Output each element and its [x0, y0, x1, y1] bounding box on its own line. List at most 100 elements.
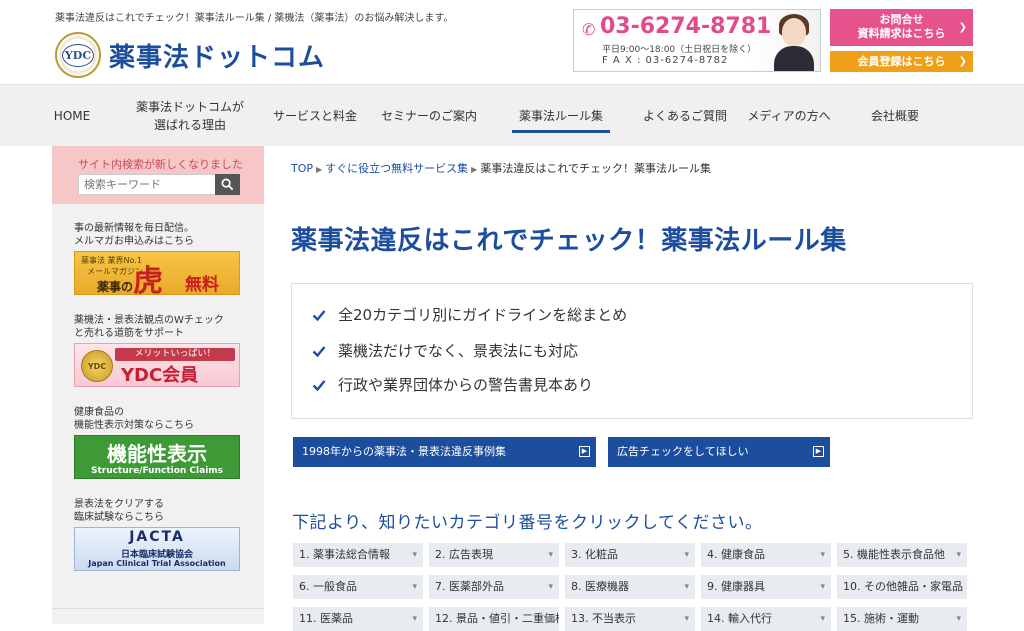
nav-seminar[interactable]: セミナーのご案内 — [370, 85, 488, 147]
nav-label: 薬事法ドットコムが — [135, 100, 244, 114]
feature-text: 全20カテゴリ別にガイドラインを総まとめ — [338, 306, 628, 324]
contact-button-label2: 資料請求はこちら — [857, 27, 946, 40]
chevron-down-icon: ▾ — [956, 550, 961, 560]
jacta-banner[interactable]: JACTA 日本臨床試験協会 Japan Clinical Trial Asso… — [74, 527, 240, 571]
chevron-down-icon: ▾ — [548, 550, 553, 560]
logo-emblem-text: YDC — [61, 43, 95, 67]
mailmag-banner[interactable]: 薬事法 業界No.1 メールマガジン 薬事の 虎 無料 — [74, 251, 240, 295]
category-label: 11. 医薬品 — [299, 612, 353, 625]
phone-hours: 平日9:00～18:00（土日祝日を除く） — [602, 45, 757, 55]
chevron-right-icon: ❯ — [958, 22, 967, 33]
phone-icon: ✆ — [582, 20, 596, 39]
button-label: 1998年からの薬事法・景表法違反事例集 — [302, 445, 506, 458]
chevron-down-icon: ▾ — [820, 550, 825, 560]
button-label: 広告チェックをしてほしい — [617, 445, 749, 458]
category-14[interactable]: 14. 輸入代行 ▾ — [701, 607, 831, 631]
chevron-down-icon: ▾ — [956, 614, 961, 624]
site-logo[interactable]: YDC 薬事法ドットコム — [55, 32, 325, 78]
category-2[interactable]: 2. 広告表現 ▾ — [429, 543, 559, 567]
sidebar: サイト内検索が新しくなりました 事の最新情報を毎日配信。 メルマガお申込みはこち… — [52, 146, 264, 624]
category-label: 1. 薬事法総合情報 — [299, 548, 390, 561]
category-12[interactable]: 12. 景品・値引・二重価格 ▾ — [429, 607, 559, 631]
chevron-down-icon: ▾ — [684, 550, 689, 560]
banner-text: Structure/Function Claims — [90, 466, 224, 476]
feature-text: 薬機法だけでなく、景表法にも対応 — [338, 342, 579, 360]
category-3[interactable]: 3. 化粧品 ▾ — [565, 543, 695, 567]
breadcrumb-separator-icon: ▶ — [316, 165, 323, 174]
member-block: 薬機法・景表法観点のWチェック と売れる道筋をサポート YDC メリットいっぱい… — [74, 314, 244, 387]
nav-services[interactable]: サービスと料金 — [262, 85, 368, 147]
phone-number[interactable]: 03-6274-8781 — [600, 14, 771, 39]
function-claims-block: 健康食品の 機能性表示対策ならこちら 機能性表示 Structure/Funct… — [74, 406, 244, 479]
breadcrumb-current: 薬事法違反はこれでチェック！薬事法ルール集 — [480, 162, 711, 175]
member-register-button[interactable]: 会員登録はこちら ❯ — [830, 51, 973, 72]
chevron-right-icon: ❯ — [958, 56, 967, 67]
banner-text: Japan Clinical Trial Association — [88, 559, 226, 568]
nav-rules[interactable]: 薬事法ルール集 — [500, 85, 622, 147]
function-claims-banner[interactable]: 機能性表示 Structure/Function Claims — [74, 435, 240, 479]
category-label: 14. 輸入代行 — [707, 612, 772, 625]
page-title: 薬事法違反はこれでチェック！薬事法ルール集 — [291, 226, 847, 256]
category-9[interactable]: 9. 健康器具 ▾ — [701, 575, 831, 599]
category-label: 6. 一般食品 — [299, 580, 357, 593]
category-4[interactable]: 4. 健康食品 ▾ — [701, 543, 831, 567]
nav-label: よくあるご質問 — [642, 109, 727, 123]
phone-contact-box: ✆ 03-6274-8781 平日9:00～18:00（土日祝日を除く） F A… — [573, 9, 821, 72]
feature-item: 行政や業界団体からの警告書見本あり — [312, 374, 593, 395]
chevron-down-icon: ▾ — [548, 614, 553, 624]
side-text: 薬機法・景表法観点のWチェック — [74, 315, 224, 326]
chevron-down-icon: ▾ — [684, 582, 689, 592]
category-15[interactable]: 15. 施術・運動 ▾ — [837, 607, 967, 631]
side-text: 事の最新情報を毎日配信。 — [74, 223, 194, 234]
search-input[interactable] — [78, 174, 217, 195]
side-text: 機能性表示対策ならこちら — [74, 420, 194, 431]
violation-cases-button[interactable]: 1998年からの薬事法・景表法違反事例集 ▶ — [293, 437, 596, 467]
chevron-down-icon: ▾ — [820, 582, 825, 592]
side-text: と売れる道筋をサポート — [74, 328, 184, 339]
category-5[interactable]: 5. 機能性表示食品他 ▾ — [837, 543, 967, 567]
category-13[interactable]: 13. 不当表示 ▾ — [565, 607, 695, 631]
breadcrumb-top[interactable]: TOP — [291, 162, 313, 175]
nav-why-us[interactable]: 薬事法ドットコムが 選ばれる理由 — [122, 85, 258, 147]
search-button[interactable] — [215, 174, 240, 195]
site-tagline: 薬事法違反はこれでチェック！薬事法ルール集 / 薬機法（薬事法）のお悩み解決しま… — [55, 13, 454, 24]
ad-check-button[interactable]: 広告チェックをしてほしい ▶ — [608, 437, 830, 467]
category-6[interactable]: 6. 一般食品 ▾ — [293, 575, 423, 599]
category-label: 10. その他雑品・家電品 — [843, 580, 963, 593]
jacta-block: 景表法をクリアする 臨床試験ならこちら JACTA 日本臨床試験協会 Japan… — [74, 498, 244, 571]
category-8[interactable]: 8. 医療機器 ▾ — [565, 575, 695, 599]
feature-list: 全20カテゴリ別にガイドラインを総まとめ 薬機法だけでなく、景表法にも対応 行政… — [291, 283, 973, 419]
operator-image — [772, 12, 816, 71]
category-10[interactable]: 10. その他雑品・家電品 ▾ — [837, 575, 967, 599]
side-text: 景表法をクリアする — [74, 499, 164, 510]
category-label: 2. 広告表現 — [435, 548, 493, 561]
medal-icon: YDC — [81, 350, 113, 382]
nav-company[interactable]: 会社概要 — [850, 85, 940, 147]
feature-text: 行政や業界団体からの警告書見本あり — [338, 376, 594, 394]
arrow-right-icon: ▶ — [813, 446, 824, 457]
banner-text: 機能性表示 — [107, 442, 207, 466]
site-header: 薬事法違反はこれでチェック！薬事法ルール集 / 薬機法（薬事法）のお悩み解決しま… — [0, 0, 1024, 84]
category-7[interactable]: 7. 医薬部外品 ▾ — [429, 575, 559, 599]
banner-text: 無料 — [185, 275, 219, 295]
category-label: 4. 健康食品 — [707, 548, 765, 561]
ydc-member-banner[interactable]: YDC メリットいっぱい！ YDC会員 — [74, 343, 240, 387]
nav-label: HOME — [53, 109, 91, 123]
breadcrumb-services[interactable]: すぐに役立つ無料サービス集 — [325, 162, 468, 175]
global-nav: HOME 薬事法ドットコムが 選ばれる理由 サービスと料金 セミナーのご案内 薬… — [0, 84, 1024, 146]
nav-faq[interactable]: よくあるご質問 — [632, 85, 738, 147]
contact-button[interactable]: お問合せ 資料請求はこちら ❯ — [830, 9, 973, 46]
category-1[interactable]: 1. 薬事法総合情報 ▾ — [293, 543, 423, 567]
nav-home[interactable]: HOME — [44, 85, 100, 147]
nav-label: メディアの方へ — [747, 109, 831, 123]
banner-text: JACTA — [129, 529, 185, 545]
nav-label-line2: 選ばれる理由 — [153, 118, 226, 132]
banner-ribbon: メリットいっぱい！ — [115, 348, 235, 361]
breadcrumb: TOP ▶ すぐに役立つ無料サービス集 ▶ 薬事法違反はこれでチェック！薬事法ルール集 — [291, 160, 711, 176]
chevron-down-icon: ▾ — [412, 550, 417, 560]
nav-media[interactable]: メディアの方へ — [738, 85, 840, 147]
category-11[interactable]: 11. 医薬品 ▾ — [293, 607, 423, 631]
category-label: 12. 景品・値引・二重価格 — [435, 612, 559, 625]
contact-button-label1: お問合せ — [879, 13, 924, 26]
feature-item: 薬機法だけでなく、景表法にも対応 — [312, 340, 578, 361]
